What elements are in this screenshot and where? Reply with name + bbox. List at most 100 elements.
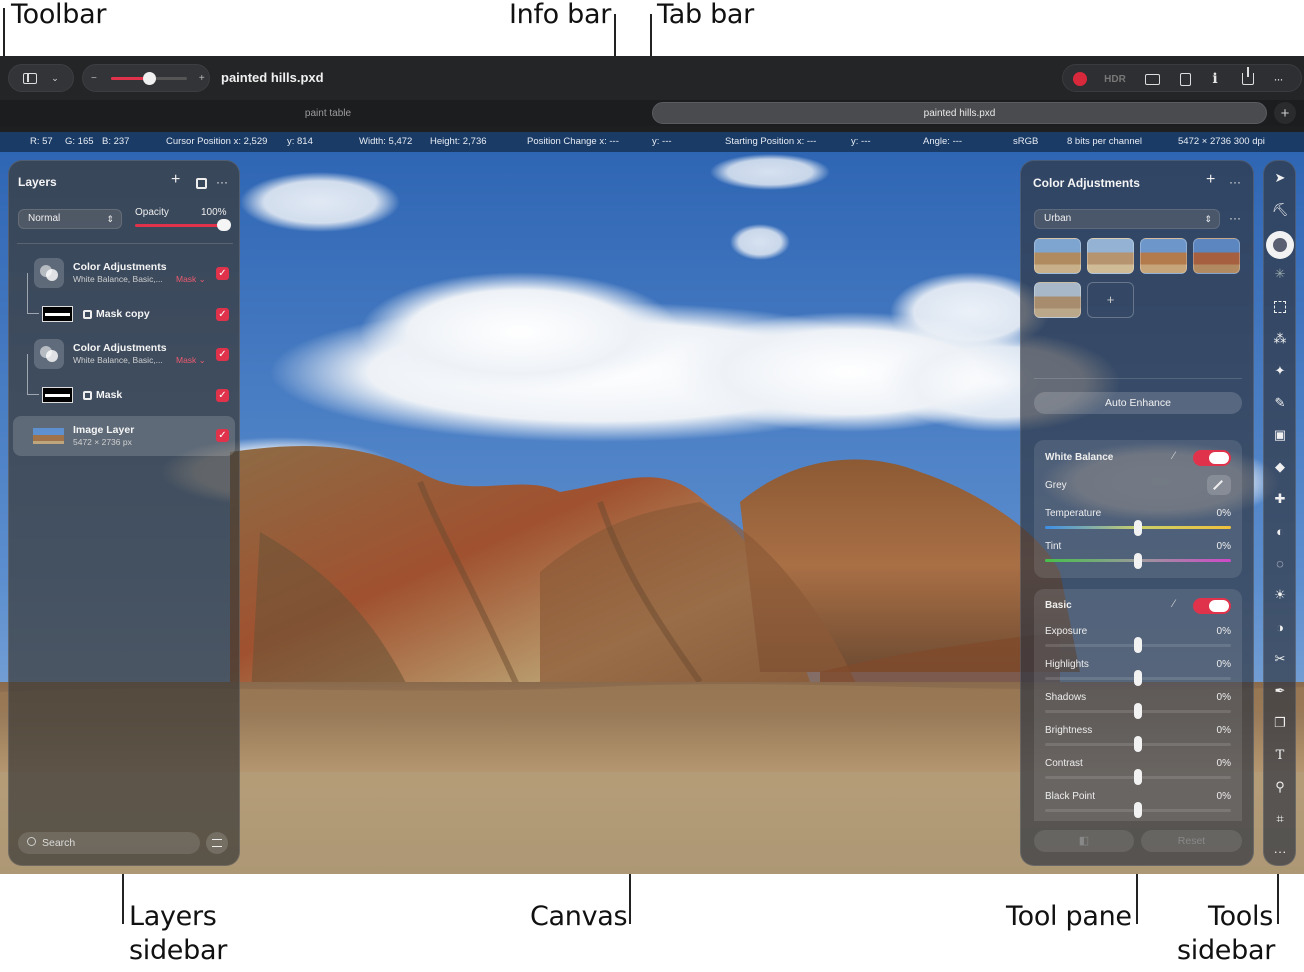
magic-wand-tool[interactable]: ⁂ bbox=[1269, 328, 1291, 350]
rotate-icon[interactable] bbox=[1176, 71, 1194, 87]
paint-bucket-tool[interactable]: ⛏ bbox=[1269, 199, 1291, 221]
clone-tool[interactable]: ◐ bbox=[1269, 520, 1291, 542]
layer-visibility-checkbox[interactable]: ✓ bbox=[216, 308, 229, 321]
reset-button[interactable]: Reset bbox=[1141, 830, 1242, 852]
layers-more-button[interactable]: ··· bbox=[216, 175, 228, 189]
temperature-slider-knob[interactable] bbox=[1134, 520, 1142, 536]
add-adjustment-button[interactable]: + bbox=[1206, 171, 1215, 189]
opacity-slider-knob[interactable] bbox=[217, 219, 231, 231]
preset-thumbnail[interactable] bbox=[1140, 238, 1187, 274]
color-adjust-tool[interactable] bbox=[1266, 231, 1294, 259]
filter-button[interactable] bbox=[206, 832, 228, 854]
photo-browser-icon[interactable] bbox=[1143, 71, 1161, 87]
tab-painted-hills[interactable]: painted hills.pxd bbox=[652, 102, 1267, 124]
basic-toggle[interactable] bbox=[1193, 598, 1231, 614]
eraser-tool[interactable]: ◆ bbox=[1269, 456, 1291, 478]
pen-tool[interactable]: ✒ bbox=[1269, 680, 1291, 702]
compare-button[interactable]: ◧ bbox=[1034, 830, 1134, 852]
zoom-out-button[interactable]: − bbox=[91, 73, 97, 84]
contrast-slider-knob[interactable] bbox=[1134, 769, 1142, 785]
more-icon[interactable]: ··· bbox=[1269, 71, 1287, 87]
brightness-slider-knob[interactable] bbox=[1134, 736, 1142, 752]
selection-icon bbox=[1274, 301, 1286, 313]
add-layer-button[interactable]: + bbox=[171, 171, 180, 189]
info-start-y: y: --- bbox=[851, 136, 871, 147]
quick-select-tool[interactable]: ✦ bbox=[1269, 360, 1291, 382]
crop-tool[interactable]: ⌗ bbox=[1269, 808, 1291, 830]
auto-enhance-button[interactable]: Auto Enhance bbox=[1034, 392, 1242, 414]
layer-row[interactable]: Color Adjustments White Balance, Basic,.… bbox=[9, 253, 239, 295]
preset-thumbnail[interactable] bbox=[1193, 238, 1240, 274]
zoom-control[interactable]: − + bbox=[82, 64, 210, 92]
info-width: Width: 5,472 bbox=[359, 136, 413, 147]
add-preset-button[interactable]: + bbox=[1087, 282, 1134, 318]
sparkle-tool[interactable]: ✳ bbox=[1269, 263, 1291, 285]
layer-visibility-checkbox[interactable]: ✓ bbox=[216, 389, 229, 402]
black-point-slider-knob[interactable] bbox=[1134, 802, 1142, 818]
image-layer-thumbnail bbox=[33, 428, 64, 444]
layer-visibility-checkbox[interactable]: ✓ bbox=[216, 348, 229, 361]
hdr-button[interactable]: HDR bbox=[1099, 71, 1131, 87]
layer-row[interactable]: Mask ✓ bbox=[9, 382, 239, 408]
layer-visibility-checkbox[interactable]: ✓ bbox=[216, 267, 229, 280]
eyedropper-button[interactable] bbox=[1207, 475, 1231, 495]
share-icon[interactable] bbox=[1239, 67, 1257, 87]
opacity-slider[interactable] bbox=[135, 224, 229, 227]
type-tool[interactable]: T bbox=[1269, 744, 1291, 766]
magic-wand-icon[interactable]: ⁄ bbox=[1173, 598, 1175, 610]
callout-canvas: Canvas bbox=[530, 901, 628, 932]
zoom-in-button[interactable]: + bbox=[199, 73, 205, 84]
layer-visibility-checkbox[interactable]: ✓ bbox=[216, 429, 229, 442]
layer-row[interactable]: Mask copy ✓ bbox=[9, 301, 239, 327]
blend-mode-select[interactable]: Normal ⇕ bbox=[18, 209, 122, 229]
callout-info-bar: Info bar bbox=[509, 0, 612, 30]
repair-tool[interactable]: ✚ bbox=[1269, 488, 1291, 510]
burn-tool[interactable]: ◑ bbox=[1269, 616, 1291, 638]
layers-search-field[interactable]: Search bbox=[18, 832, 200, 854]
callout-layers-line2: sidebar bbox=[129, 935, 228, 966]
chevron-down-icon[interactable]: ⌄ bbox=[51, 73, 59, 84]
fill-tool[interactable]: ▣ bbox=[1269, 424, 1291, 446]
retouch-tool[interactable]: ✂ bbox=[1269, 648, 1291, 670]
zoom-slider-knob[interactable] bbox=[142, 71, 156, 85]
more-tools-button[interactable]: ··· bbox=[1269, 840, 1291, 862]
shadows-slider-knob[interactable] bbox=[1134, 703, 1142, 719]
preset-more-button[interactable]: ··· bbox=[1229, 211, 1241, 225]
mask-badge[interactable]: Mask ⌄ bbox=[176, 274, 206, 285]
layer-row[interactable]: Color Adjustments White Balance, Basic,.… bbox=[9, 334, 239, 376]
preset-thumbnail[interactable] bbox=[1034, 238, 1081, 274]
exposure-label: Exposure bbox=[1045, 626, 1088, 637]
blur-tool[interactable]: ◌ bbox=[1269, 552, 1291, 574]
new-tab-button[interactable]: + bbox=[1274, 102, 1296, 124]
callout-toolbar: Toolbar bbox=[11, 0, 107, 30]
sidebar-toggle-button[interactable]: ⌄ bbox=[8, 64, 74, 92]
shape-tool[interactable]: ❐ bbox=[1269, 712, 1291, 734]
tab-paint-table[interactable]: paint table bbox=[8, 102, 648, 124]
zoom-tool[interactable]: ⚲ bbox=[1269, 776, 1291, 798]
arrange-tool[interactable]: ➤ bbox=[1269, 167, 1291, 189]
white-balance-section: White Balance ⁄ Grey Temperature 0% Tint… bbox=[1034, 440, 1242, 578]
selection-tool[interactable] bbox=[1269, 296, 1291, 318]
search-icon bbox=[27, 837, 36, 846]
info-icon[interactable]: i bbox=[1206, 71, 1224, 87]
app-window: ⌄ − + painted hills.pxd HDR i ··· paint … bbox=[0, 56, 1304, 874]
exposure-slider-knob[interactable] bbox=[1134, 637, 1142, 653]
paint-brush-tool[interactable]: ✎ bbox=[1269, 392, 1291, 414]
mask-badge[interactable]: Mask ⌄ bbox=[176, 355, 206, 366]
magic-wand-icon[interactable]: ⁄ bbox=[1173, 450, 1175, 462]
preset-thumbnail[interactable] bbox=[1034, 282, 1081, 318]
preset-thumbnail[interactable] bbox=[1087, 238, 1134, 274]
white-balance-toggle[interactable] bbox=[1193, 450, 1231, 466]
info-cursor-x: Cursor Position x: 2,529 bbox=[166, 136, 268, 147]
basic-title: Basic bbox=[1045, 600, 1072, 611]
mask-button[interactable] bbox=[196, 178, 207, 189]
light-tool[interactable]: ☀ bbox=[1269, 584, 1291, 606]
layer-row-selected[interactable]: Image Layer 5472 × 2736 px ✓ bbox=[13, 416, 235, 456]
tool-pane-more-button[interactable]: ··· bbox=[1229, 175, 1241, 189]
preset-select[interactable]: Urban ⇕ bbox=[1034, 209, 1220, 229]
highlights-slider-knob[interactable] bbox=[1134, 670, 1142, 686]
zoom-slider[interactable] bbox=[110, 71, 187, 85]
info-color-space: sRGB bbox=[1013, 136, 1039, 147]
tint-slider-knob[interactable] bbox=[1134, 553, 1142, 569]
record-icon[interactable] bbox=[1071, 71, 1089, 87]
